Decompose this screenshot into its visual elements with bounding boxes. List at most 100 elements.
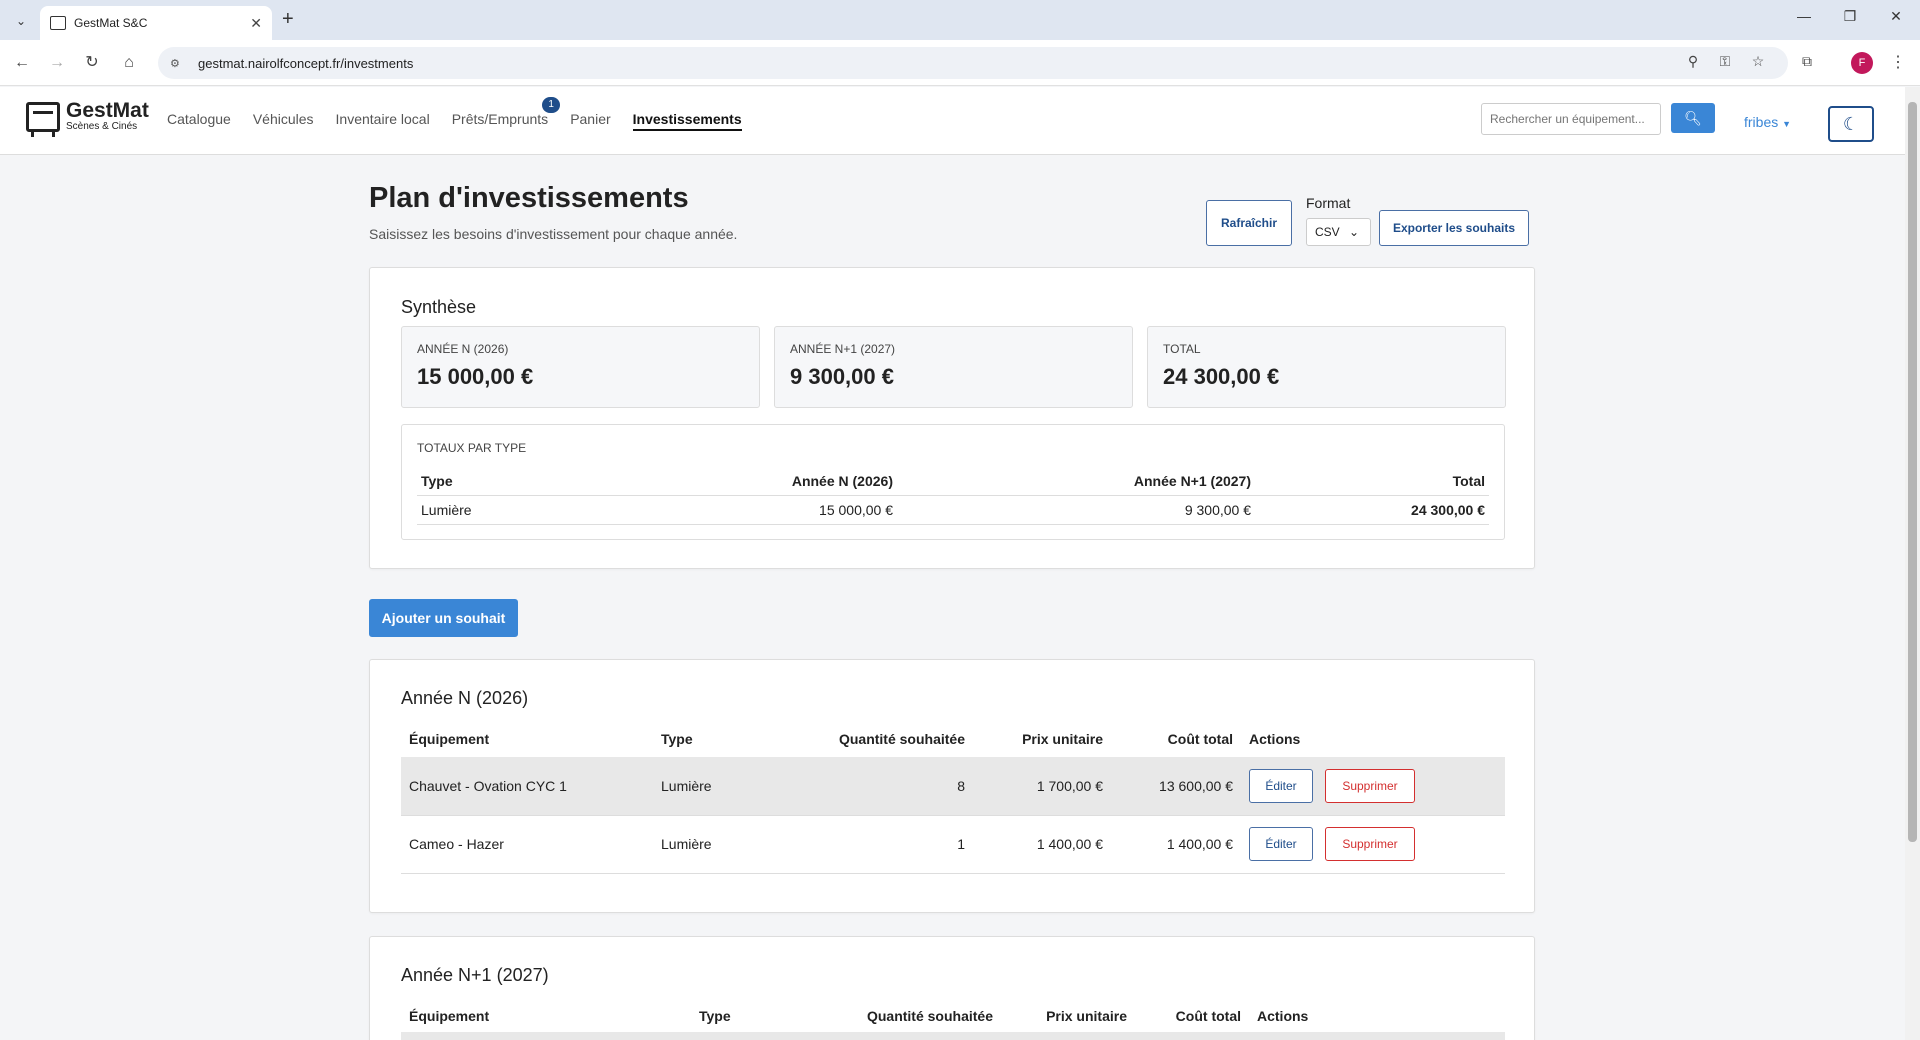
zoom-icon[interactable]: ⚲ bbox=[1683, 53, 1703, 70]
restore-icon[interactable]: ❐ bbox=[1838, 8, 1862, 25]
nav-prets-emprunts-label: Prêts/Emprunts bbox=[451, 111, 549, 127]
bookmark-star-icon[interactable]: ☆ bbox=[1748, 53, 1768, 70]
totals-by-type-label: TOTAUX PAR TYPE bbox=[417, 441, 527, 455]
cell-type: Lumière bbox=[653, 815, 803, 874]
equipment-search-input[interactable] bbox=[1481, 103, 1661, 135]
col-actions: Actions bbox=[1249, 731, 1301, 747]
delete-button[interactable]: Supprimer bbox=[1325, 768, 1415, 803]
cell-type: Lumière bbox=[417, 495, 657, 525]
format-label: Format bbox=[1306, 195, 1351, 211]
main-nav: Catalogue Véhicules Inventaire local Prê… bbox=[167, 97, 764, 131]
cell-year-n: 15 000,00 € bbox=[657, 495, 897, 525]
forward-icon[interactable]: → bbox=[45, 51, 69, 75]
page-scrollbar[interactable] bbox=[1905, 87, 1920, 1040]
caret-down-icon: ▼ bbox=[1782, 119, 1792, 129]
cell-actions: Éditer Supprimer bbox=[1241, 757, 1505, 816]
cell-total: 24 300,00 € bbox=[1255, 495, 1489, 525]
col-total-cost: Coût total bbox=[1175, 1008, 1241, 1024]
refresh-button[interactable]: Rafraîchir bbox=[1206, 200, 1292, 246]
col-year-n1: Année N+1 (2027) bbox=[897, 467, 1255, 496]
cell-equipment: Cameo - Hazer bbox=[401, 815, 653, 874]
browser-menu-icon[interactable]: ⋮ bbox=[1890, 52, 1906, 72]
close-window-icon[interactable]: ✕ bbox=[1884, 8, 1908, 25]
year-n1-table: Équipement Type Quantité souhaitée Prix … bbox=[401, 998, 1505, 1034]
dark-mode-toggle[interactable]: ☾ bbox=[1828, 106, 1874, 142]
minimize-icon[interactable]: — bbox=[1792, 8, 1816, 24]
nav-prets-emprunts[interactable]: Prêts/Emprunts 1 bbox=[451, 97, 561, 131]
extensions-icon[interactable]: ⧉ bbox=[1797, 53, 1817, 70]
moon-icon: ☾ bbox=[1842, 114, 1860, 134]
address-bar-row: ← → ↻ ⌂ ⚙ gestmat.nairolfconcept.fr/inve… bbox=[0, 40, 1920, 86]
page-title: Plan d'investissements bbox=[369, 182, 689, 214]
edit-button[interactable]: Éditer bbox=[1249, 827, 1313, 861]
favicon-icon bbox=[50, 16, 66, 30]
table-row: Lumière 15 000,00 € 9 300,00 € 24 300,00… bbox=[417, 495, 1489, 525]
delete-button[interactable]: Supprimer bbox=[1325, 827, 1415, 861]
cell-quantity: 1 bbox=[803, 815, 973, 874]
nav-investissements[interactable]: Investissements bbox=[632, 111, 742, 131]
col-unit-price: Prix unitaire bbox=[1022, 731, 1103, 747]
col-total-cost: Coût total bbox=[1167, 731, 1233, 747]
stat-year-n: ANNÉE N (2026) 15 000,00 € bbox=[401, 326, 760, 408]
nav-inventaire-local[interactable]: Inventaire local bbox=[336, 111, 430, 131]
home-icon[interactable]: ⌂ bbox=[117, 51, 141, 75]
col-actions: Actions bbox=[1257, 1008, 1309, 1024]
totals-by-type-table: Type Année N (2026) Année N+1 (2027) Tot… bbox=[417, 467, 1489, 525]
nav-vehicules[interactable]: Véhicules bbox=[253, 111, 314, 131]
password-key-icon[interactable]: ⚿ bbox=[1715, 53, 1735, 70]
col-type: Type bbox=[417, 467, 657, 496]
format-select[interactable]: CSV ⌄ bbox=[1306, 218, 1371, 246]
browser-tab-bar: ⌄ GestMat S&C ✕ + — ❐ ✕ bbox=[0, 0, 1920, 40]
add-wish-button[interactable]: Ajouter un souhait bbox=[369, 599, 518, 637]
cell-actions: Éditer Supprimer bbox=[1241, 815, 1505, 874]
flight-case-icon bbox=[26, 102, 60, 137]
url-text: gestmat.nairolfconcept.fr/investments bbox=[198, 55, 414, 71]
cell-unit-price: 1 700,00 € bbox=[973, 757, 1111, 816]
year-n-table: Équipement Type Quantité souhaitée Prix … bbox=[401, 721, 1505, 874]
tab-title: GestMat S&C bbox=[74, 16, 148, 30]
user-menu[interactable]: fribes ▼ bbox=[1744, 114, 1791, 130]
stat-year-n1: ANNÉE N+1 (2027) 9 300,00 € bbox=[774, 326, 1133, 408]
col-unit-price: Prix unitaire bbox=[1046, 1008, 1127, 1024]
reload-icon[interactable]: ↻ bbox=[80, 51, 104, 75]
back-icon[interactable]: ← bbox=[10, 51, 34, 75]
stat-value: 24 300,00 € bbox=[1163, 364, 1280, 389]
profile-avatar[interactable]: F bbox=[1851, 52, 1873, 74]
url-field[interactable]: ⚙ gestmat.nairolfconcept.fr/investments bbox=[158, 47, 1788, 79]
gestmat-logo[interactable]: GestMat Scènes & Cinés bbox=[26, 99, 149, 137]
cell-total-cost: 1 400,00 € bbox=[1111, 815, 1241, 874]
export-wishes-button[interactable]: Exporter les souhaits bbox=[1379, 210, 1529, 246]
table-row bbox=[401, 1032, 1505, 1040]
year-n1-card: Année N+1 (2027) Équipement Type Quantit… bbox=[369, 936, 1535, 1040]
col-type: Type bbox=[699, 1008, 731, 1024]
logo-title: GestMat bbox=[66, 99, 149, 122]
nav-panier[interactable]: Panier bbox=[570, 111, 610, 131]
edit-button[interactable]: Éditer bbox=[1249, 768, 1313, 803]
stat-total: TOTAL 24 300,00 € bbox=[1147, 326, 1506, 408]
tab-search-chevron-icon[interactable]: ⌄ bbox=[10, 10, 32, 32]
stat-label: TOTAL bbox=[1163, 342, 1201, 356]
scrollbar-thumb[interactable] bbox=[1908, 102, 1917, 842]
stat-value: 9 300,00 € bbox=[790, 364, 894, 389]
year-n-title: Année N (2026) bbox=[401, 688, 529, 708]
cell-type: Lumière bbox=[653, 757, 803, 816]
stat-value: 15 000,00 € bbox=[417, 364, 534, 389]
logo-subtitle: Scènes & Cinés bbox=[66, 121, 138, 132]
col-year-n: Année N (2026) bbox=[657, 467, 897, 496]
table-row: Cameo - Hazer Lumière 1 1 400,00 € 1 400… bbox=[401, 815, 1505, 874]
search-button[interactable]: 🔍︎ bbox=[1671, 103, 1715, 133]
year-n-card: Année N (2026) Équipement Type Quantité … bbox=[369, 659, 1535, 913]
col-quantity: Quantité souhaitée bbox=[838, 731, 965, 747]
table-row: Chauvet - Ovation CYC 1 Lumière 8 1 700,… bbox=[401, 757, 1505, 816]
close-tab-icon[interactable]: ✕ bbox=[250, 15, 262, 32]
cell-equipment: Chauvet - Ovation CYC 1 bbox=[401, 757, 653, 816]
col-quantity: Quantité souhaitée bbox=[866, 1008, 993, 1024]
browser-tab[interactable]: GestMat S&C ✕ bbox=[40, 6, 272, 40]
col-total: Total bbox=[1255, 467, 1489, 496]
col-equipment: Équipement bbox=[409, 1008, 490, 1024]
site-info-icon[interactable]: ⚙ bbox=[170, 57, 186, 70]
app-navbar: GestMat Scènes & Cinés Catalogue Véhicul… bbox=[0, 87, 1905, 155]
user-name: fribes bbox=[1744, 114, 1779, 130]
nav-catalogue[interactable]: Catalogue bbox=[167, 111, 231, 131]
new-tab-icon[interactable]: + bbox=[282, 8, 294, 31]
